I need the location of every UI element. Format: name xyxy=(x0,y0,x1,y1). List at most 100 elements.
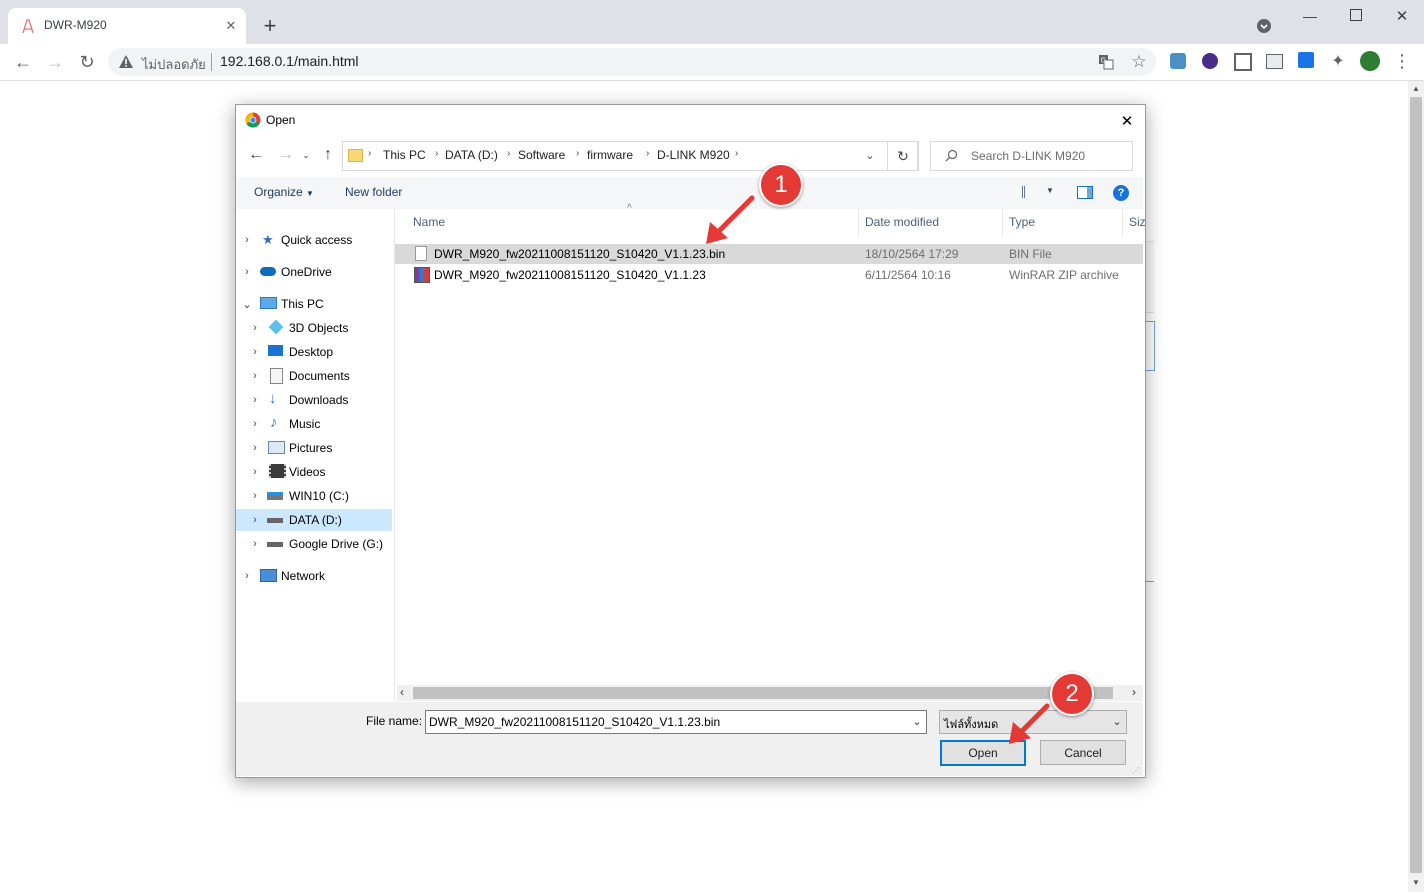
up-folder-icon[interactable]: ↑ xyxy=(318,145,338,165)
browser-tab[interactable]: DWR-M920 ✕ xyxy=(8,8,246,44)
recent-locations-chevron-icon[interactable]: ⌄ xyxy=(300,147,312,163)
search-box[interactable]: Search D-LINK M920 xyxy=(930,141,1133,171)
scroll-up-icon[interactable]: ▲ xyxy=(1410,82,1422,94)
dialog-close-icon[interactable]: ✕ xyxy=(1116,110,1138,132)
nav-item-downloads[interactable]: › ↓ Downloads xyxy=(236,389,394,411)
nav-label: OneDrive xyxy=(281,265,332,279)
nav-item-music[interactable]: › ♪ Music xyxy=(236,413,394,435)
organize-button[interactable]: Organize ▼ xyxy=(254,185,314,199)
picture-icon xyxy=(268,441,285,454)
nav-item-data-drive[interactable]: › DATA (D:) xyxy=(236,509,392,531)
screenshot-extension-icon[interactable] xyxy=(1234,53,1252,71)
nav-item-documents[interactable]: › Documents xyxy=(236,365,394,387)
bookmark-star-icon[interactable]: ☆ xyxy=(1128,51,1150,73)
nav-label: Quick access xyxy=(281,233,353,247)
refresh-button[interactable]: ↻ xyxy=(887,141,919,171)
star-icon: ★ xyxy=(262,232,274,247)
nav-label: Videos xyxy=(289,465,326,479)
resize-grip-icon[interactable]: ⋰ xyxy=(1132,766,1140,775)
file-name-dropdown-icon[interactable]: ⌄ xyxy=(910,714,924,728)
file-list-hscroll-thumb[interactable] xyxy=(413,687,1113,699)
help-icon[interactable]: ? xyxy=(1113,185,1129,201)
tab-favicon-icon xyxy=(22,19,34,34)
minimize-icon[interactable]: — xyxy=(1300,6,1320,26)
new-tab-icon[interactable]: + xyxy=(258,13,282,38)
nav-item-quick-access[interactable]: › ★ Quick access xyxy=(236,229,394,251)
column-header-name[interactable]: Name xyxy=(413,209,445,235)
extension-upload-icon[interactable] xyxy=(1298,52,1314,68)
window-close-icon[interactable]: ✕ xyxy=(1392,6,1412,26)
command-bar: Organize ▼ New folder ▼ ? xyxy=(236,177,1143,209)
column-header-type[interactable]: Type xyxy=(1009,209,1035,235)
file-name-value: DWR_M920_fw20211008151120_S10420_V1.1.23… xyxy=(429,715,721,729)
file-date: 18/10/2564 17:29 xyxy=(865,247,959,261)
file-type-dropdown-icon: ⌄ xyxy=(1112,715,1122,728)
breadcrumb-firmware[interactable]: firmware xyxy=(587,148,633,162)
table-row[interactable]: DWR_M920_fw20211008151120_S10420_V1.1.23… xyxy=(395,244,1143,264)
column-divider xyxy=(1122,209,1123,235)
nav-item-3d-objects[interactable]: › 3D Objects xyxy=(236,317,394,339)
nav-item-videos[interactable]: › Videos xyxy=(236,461,394,483)
nav-item-win10-drive[interactable]: › WIN10 (C:) xyxy=(236,485,394,507)
os-drive-icon xyxy=(267,492,283,500)
nav-item-google-drive[interactable]: › Google Drive (G:) xyxy=(236,533,394,555)
preview-pane-icon[interactable] xyxy=(1077,186,1093,199)
tab-search-icon[interactable] xyxy=(1254,16,1274,36)
scroll-down-icon[interactable]: ▼ xyxy=(1410,876,1422,888)
view-options-icon[interactable] xyxy=(1022,186,1041,198)
column-divider xyxy=(1002,209,1003,235)
breadcrumb-software[interactable]: Software xyxy=(518,148,565,162)
reload-icon[interactable]: ↻ xyxy=(76,51,98,73)
tab-close-icon[interactable]: ✕ xyxy=(222,17,240,35)
dialog-forward-icon[interactable]: → xyxy=(276,145,296,165)
search-icon xyxy=(945,149,958,162)
column-header-date[interactable]: Date modified xyxy=(865,209,939,235)
file-name-label: File name: xyxy=(366,714,423,728)
translate-icon[interactable]: G xyxy=(1096,52,1116,72)
dialog-titlebar[interactable]: Open ✕ xyxy=(236,105,1145,135)
profile-avatar[interactable] xyxy=(1360,51,1380,71)
omnibox[interactable]: ไม่ปลอดภัย 192.168.0.1/main.html G ☆ xyxy=(108,48,1156,76)
column-header-size[interactable]: Siz xyxy=(1129,209,1146,235)
breadcrumb-data-drive[interactable]: DATA (D:) xyxy=(445,148,498,162)
nav-label: Pictures xyxy=(289,441,333,455)
file-icon xyxy=(415,246,427,261)
scroll-right-icon[interactable]: › xyxy=(1132,685,1136,699)
tab-title: DWR-M920 xyxy=(44,18,107,32)
back-icon[interactable]: ← xyxy=(12,51,34,73)
maximize-icon[interactable] xyxy=(1350,9,1362,21)
security-label[interactable]: ไม่ปลอดภัย xyxy=(142,54,206,75)
nav-label: Google Drive (G:) xyxy=(289,537,384,551)
step-badge-2: 2 xyxy=(1050,672,1094,716)
file-name: DWR_M920_fw20211008151120_S10420_V1.1.23 xyxy=(434,268,706,282)
address-breadcrumb[interactable]: › This PC › DATA (D:) › Software › firmw… xyxy=(342,141,918,171)
music-note-icon: ♪ xyxy=(270,414,278,431)
dialog-back-icon[interactable]: ← xyxy=(246,145,266,165)
view-dropdown-icon[interactable]: ▼ xyxy=(1046,186,1054,195)
breadcrumb-dlink-m920[interactable]: D-LINK M920 xyxy=(657,148,730,162)
nav-item-desktop[interactable]: › Desktop xyxy=(236,341,394,363)
forward-icon[interactable]: → xyxy=(44,51,66,73)
file-name-input[interactable]: DWR_M920_fw20211008151120_S10420_V1.1.23… xyxy=(425,710,927,734)
navigation-pane: › ★ Quick access › OneDrive ⌄ This PC › … xyxy=(236,209,395,701)
nav-item-this-pc[interactable]: ⌄ This PC xyxy=(236,293,394,315)
extension-download-icon[interactable] xyxy=(1202,53,1218,69)
nav-item-network[interactable]: › Network xyxy=(236,565,394,587)
nav-item-pictures[interactable]: › Pictures xyxy=(236,437,394,459)
breadcrumb-this-pc[interactable]: This PC xyxy=(383,148,426,162)
sort-ascending-icon: ^ xyxy=(627,203,632,214)
menu-kebab-icon[interactable]: ⋮ xyxy=(1392,51,1412,71)
url-text[interactable]: 192.168.0.1/main.html xyxy=(220,53,359,69)
file-list: ^ Name Date modified Type Siz DWR_M920_f… xyxy=(395,203,1146,685)
breadcrumb-separator-icon: › xyxy=(646,148,650,159)
address-dropdown-icon[interactable]: ⌄ xyxy=(862,147,878,163)
scroll-left-icon[interactable]: ‹ xyxy=(400,685,404,699)
nav-item-onedrive[interactable]: › OneDrive xyxy=(236,261,394,283)
extension-1-icon[interactable] xyxy=(1170,53,1186,69)
nav-label: DATA (D:) xyxy=(289,513,342,527)
new-folder-button[interactable]: New folder xyxy=(345,185,402,199)
extension-cast-icon[interactable] xyxy=(1266,54,1283,69)
table-row[interactable]: DWR_M920_fw20211008151120_S10420_V1.1.23… xyxy=(395,265,1143,285)
page-scrollbar-thumb[interactable] xyxy=(1410,97,1422,873)
extensions-puzzle-icon[interactable]: ✦ xyxy=(1328,51,1348,71)
